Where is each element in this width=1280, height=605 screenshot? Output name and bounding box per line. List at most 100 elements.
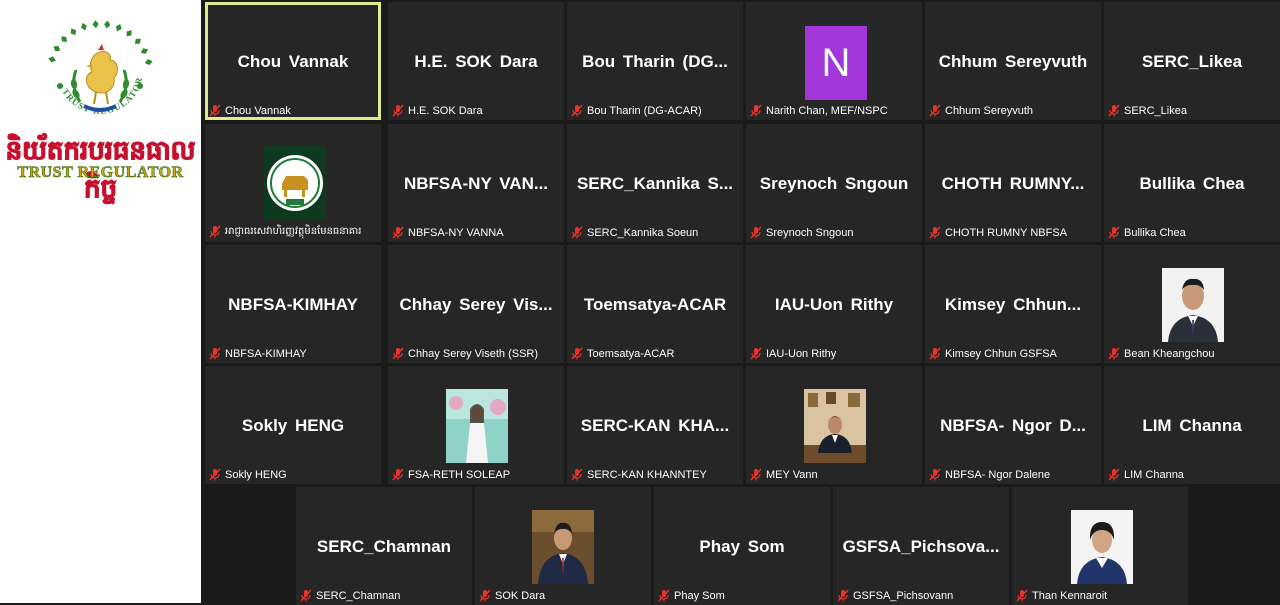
- participant-tile[interactable]: MEY Vann: [746, 366, 922, 484]
- participant-display-name: SERC_Kannika S...: [576, 174, 734, 193]
- participant-display-name: Kimsey Chhun...: [944, 295, 1082, 314]
- participant-name: Narith Chan, MEF/NSPC: [766, 104, 888, 117]
- participant-tile[interactable]: Bean Kheangchou: [1104, 245, 1280, 363]
- participant-name-label: SOK Dara: [479, 589, 647, 602]
- participant-display-name: Sreynoch Sngoun: [759, 174, 909, 193]
- participant-name-label: Sreynoch Sngoun: [750, 226, 918, 239]
- participant-name: Chhum Sereyvuth: [945, 104, 1034, 117]
- participant-tile[interactable]: SERC_Chamnan SERC_Chamnan: [296, 487, 472, 605]
- participant-tile[interactable]: SOK Dara: [475, 487, 651, 605]
- participant-display-name: GSFSA_Pichsova...: [842, 537, 1000, 556]
- participant-name: NBFSA-NY VANNA: [408, 226, 504, 239]
- participant-tile[interactable]: Sokly HENG Sokly HENG: [205, 366, 381, 484]
- participant-name: Toemsatya-ACAR: [587, 347, 675, 360]
- participant-name: Kimsey Chhun GSFSA: [945, 347, 1057, 360]
- participant-name-label: GSFSA_Pichsovann: [837, 589, 1005, 602]
- participant-name: SERC_Kannika Soeun: [587, 226, 699, 239]
- participant-tile[interactable]: អាជ្ញាធរសេវាហិរញ្ញវត្ថុមិនមែនធនាគារ: [205, 124, 381, 242]
- participant-tile[interactable]: Toemsatya-ACAR Toemsatya-ACAR: [567, 245, 743, 363]
- profile-photo: [446, 389, 508, 463]
- participant-tile[interactable]: NBFSA-NY VAN... NBFSA-NY VANNA: [388, 124, 564, 242]
- participant-tile[interactable]: CHOTH RUMNY... CHOTH RUMNY NBFSA: [925, 124, 1101, 242]
- muted-mic-icon: [209, 225, 221, 238]
- participant-name-label: Narith Chan, MEF/NSPC: [750, 104, 918, 117]
- participant-tile[interactable]: Chou Vannak Chou Vannak: [205, 2, 381, 120]
- participant-name-label: Kimsey Chhun GSFSA: [929, 347, 1097, 360]
- participant-name-label: Toemsatya-ACAR: [571, 347, 739, 360]
- participant-tile[interactable]: NBFSA-KIMHAY NBFSA-KIMHAY: [205, 245, 381, 363]
- participant-tile[interactable]: NBFSA- Ngor D... NBFSA- Ngor Dalene: [925, 366, 1101, 484]
- participant-name: NBFSA-KIMHAY: [225, 347, 307, 360]
- participant-name: Bullika Chea: [1124, 226, 1186, 239]
- participant-name-label: Phay Som: [658, 589, 826, 602]
- participant-name-label: SERC-KAN KHANNTEY: [571, 468, 739, 481]
- participant-display-name: NBFSA-NY VAN...: [403, 174, 549, 193]
- participant-display-name: Sokly HENG: [241, 416, 345, 435]
- participant-name: SERC-KAN KHANNTEY: [587, 468, 707, 481]
- participant-display-name: CHOTH RUMNY...: [941, 174, 1085, 193]
- participant-display-name: Phay Som: [699, 537, 785, 556]
- participant-display-name: NBFSA- Ngor D...: [940, 416, 1086, 435]
- muted-mic-icon: [571, 104, 583, 117]
- participant-name: MEY Vann: [766, 468, 818, 481]
- participant-tile[interactable]: Kimsey Chhun... Kimsey Chhun GSFSA: [925, 245, 1101, 363]
- participant-tile[interactable]: SERC_Kannika S... SERC_Kannika Soeun: [567, 124, 743, 242]
- participant-tile[interactable]: GSFSA_Pichsova... GSFSA_Pichsovann: [833, 487, 1009, 605]
- muted-mic-icon: [571, 347, 583, 360]
- participant-name: FSA-RETH SOLEAP: [408, 468, 511, 481]
- profile-photo: [532, 510, 594, 584]
- participant-name-label: NBFSA-NY VANNA: [392, 226, 560, 239]
- muted-mic-icon: [392, 104, 404, 117]
- participant-name-label: SERC_Likea: [1108, 104, 1276, 117]
- participant-tile[interactable]: N Narith Chan, MEF/NSPC: [746, 2, 922, 120]
- muted-mic-icon: [392, 226, 404, 239]
- participant-display-name: SERC-KAN KHA...: [580, 416, 730, 435]
- profile-photo: [1071, 510, 1133, 584]
- participant-tile[interactable]: IAU-Uon Rithy IAU-Uon Rithy: [746, 245, 922, 363]
- logo-english-text: TRUST REGULATOR: [17, 164, 184, 182]
- participant-tile[interactable]: LIM Channa LIM Channa: [1104, 366, 1280, 484]
- muted-mic-icon: [837, 589, 849, 602]
- muted-mic-icon: [750, 468, 762, 481]
- participant-name-label: Bean Kheangchou: [1108, 347, 1276, 360]
- muted-mic-icon: [479, 589, 491, 602]
- muted-mic-icon: [750, 104, 762, 117]
- participant-tile[interactable]: SERC-KAN KHA... SERC-KAN KHANNTEY: [567, 366, 743, 484]
- muted-mic-icon: [750, 226, 762, 239]
- muted-mic-icon: [929, 226, 941, 239]
- muted-mic-icon: [571, 468, 583, 481]
- participant-display-name: Bou Tharin (DG...: [582, 52, 728, 71]
- muted-mic-icon: [1108, 226, 1120, 239]
- participant-name-label: Chhum Sereyvuth: [929, 104, 1097, 117]
- participant-display-name: Bullika Chea: [1139, 174, 1245, 193]
- participant-name: SERC_Likea: [1124, 104, 1187, 117]
- participant-display-name: SERC_Likea: [1141, 52, 1243, 71]
- organization-logo: ♦♦♦♦♦♦♦♦♦♦♦♦♦♦♦ TRUST REGULATOR និយ័តករប…: [0, 0, 201, 603]
- participant-tile[interactable]: Phay Som Phay Som: [654, 487, 830, 605]
- participant-tile[interactable]: Chhay Serey Vis... Chhay Serey Viseth (S…: [388, 245, 564, 363]
- muted-mic-icon: [300, 589, 312, 602]
- participant-name: Sreynoch Sngoun: [766, 226, 854, 239]
- participant-name: SOK Dara: [495, 589, 546, 602]
- fsa-logo-image: [264, 146, 326, 220]
- participant-tile[interactable]: Bou Tharin (DG... Bou Tharin (DG-ACAR): [567, 2, 743, 120]
- participant-display-name: LIM Channa: [1142, 416, 1242, 435]
- participant-name-label: Chou Vannak: [209, 104, 374, 117]
- participant-tile[interactable]: Than Kennaroit: [1012, 487, 1188, 605]
- participant-name-label: Chhay Serey Viseth (SSR): [392, 347, 560, 360]
- participant-name: SERC_Chamnan: [316, 589, 401, 602]
- participant-tile[interactable]: SERC_Likea SERC_Likea: [1104, 2, 1280, 120]
- participant-tile[interactable]: Chhum Sereyvuth Chhum Sereyvuth: [925, 2, 1101, 120]
- video-feed: [804, 389, 866, 463]
- muted-mic-icon: [1016, 589, 1028, 602]
- participant-tile[interactable]: Sreynoch Sngoun Sreynoch Sngoun: [746, 124, 922, 242]
- participant-name: Sokly HENG: [225, 468, 287, 481]
- muted-mic-icon: [658, 589, 670, 602]
- participant-tile[interactable]: H.E. SOK Dara H.E. SOK Dara: [388, 2, 564, 120]
- muted-mic-icon: [1108, 468, 1120, 481]
- muted-mic-icon: [209, 468, 221, 481]
- participant-tile[interactable]: FSA-RETH SOLEAP: [388, 366, 564, 484]
- participant-name: LIM Channa: [1124, 468, 1184, 481]
- participant-tile[interactable]: Bullika Chea Bullika Chea: [1104, 124, 1280, 242]
- participant-name-label: H.E. SOK Dara: [392, 104, 560, 117]
